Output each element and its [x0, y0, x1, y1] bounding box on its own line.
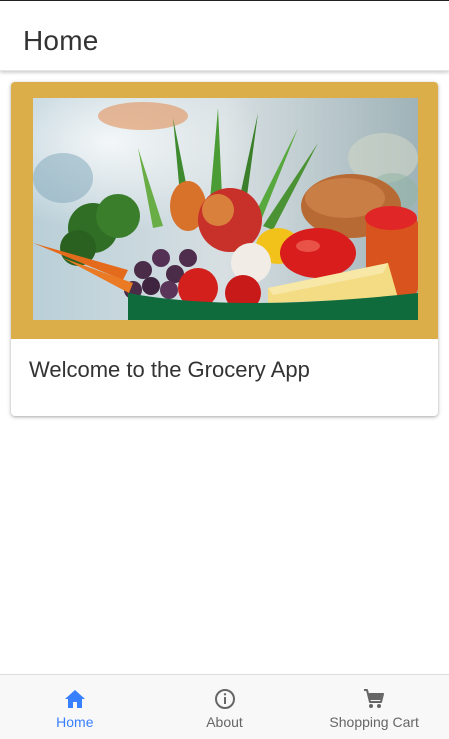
header-toolbar: Home — [0, 1, 449, 71]
tab-shopping-cart[interactable]: Shopping Cart — [299, 675, 449, 739]
tab-home[interactable]: Home — [0, 675, 150, 739]
tab-home-label: Home — [56, 714, 94, 730]
bottom-tab-bar: Home About Shopping Cart — [0, 674, 449, 739]
tab-about-label: About — [206, 714, 243, 730]
grocery-image — [33, 98, 418, 320]
welcome-card: Welcome to the Grocery App — [11, 82, 438, 416]
page-title: Home — [23, 25, 99, 56]
info-icon — [214, 689, 235, 709]
tab-about[interactable]: About — [150, 675, 300, 739]
tab-shopping-cart-label: Shopping Cart — [329, 714, 419, 730]
home-icon — [64, 690, 85, 708]
welcome-text: Welcome to the Grocery App — [29, 357, 310, 382]
cart-icon — [364, 689, 385, 708]
app-window: Home Welcome to the Grocery App Home Abo… — [0, 0, 449, 739]
hero-frame — [11, 82, 438, 339]
